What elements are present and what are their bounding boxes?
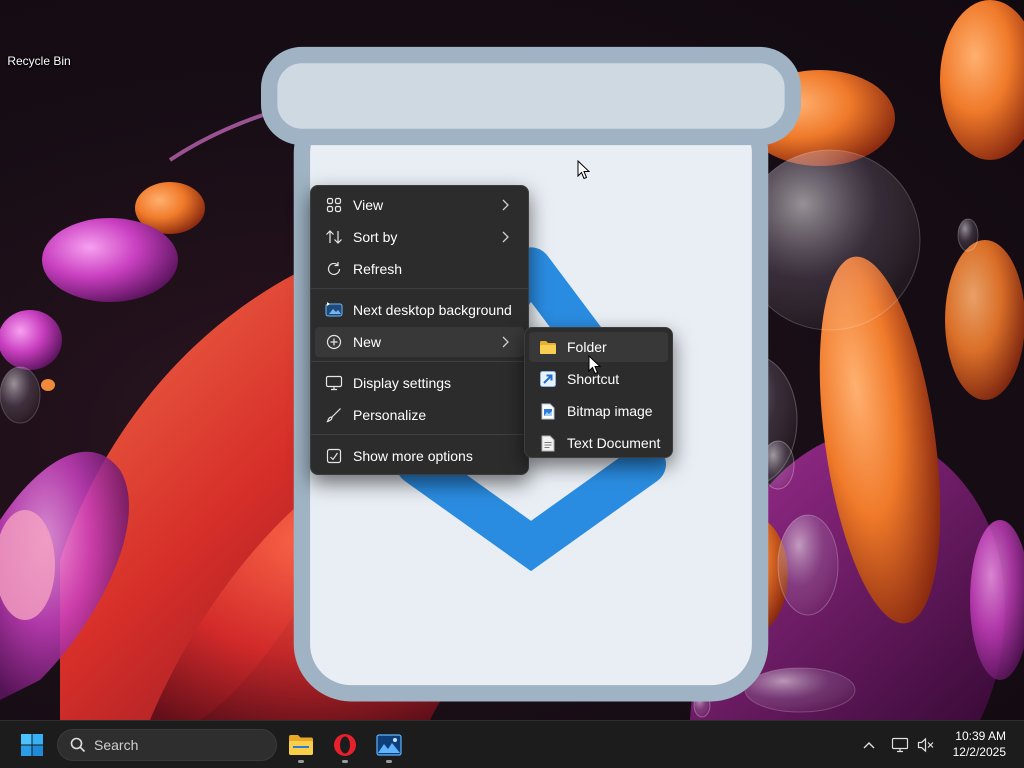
volume-button[interactable] (914, 733, 938, 757)
network-status-button[interactable] (888, 733, 912, 757)
volume-muted-icon (917, 737, 934, 753)
submenu-item-label: Bitmap image (567, 403, 653, 419)
running-indicator (342, 760, 348, 763)
windows-logo-icon (21, 734, 43, 756)
taskbar-clock[interactable]: 10:39 AM 12/2/2025 (953, 728, 1006, 760)
menu-separator (311, 288, 528, 289)
taskbar-app-photos[interactable] (369, 725, 409, 765)
menu-separator (311, 434, 528, 435)
menu-item-personalize[interactable]: Personalize (315, 400, 524, 430)
view-grid-icon (325, 196, 343, 214)
menu-item-next-desktop-background[interactable]: Next desktop background (315, 295, 524, 325)
file-explorer-icon (289, 735, 313, 755)
bitmap-icon (539, 402, 557, 420)
menu-item-label: New (353, 334, 382, 350)
text-document-icon (539, 434, 557, 452)
submenu-item-bitmap-image[interactable]: Bitmap image (529, 396, 668, 426)
taskbar-search-box[interactable]: Search (57, 729, 277, 761)
display-icon (325, 374, 343, 392)
clock-date: 12/2/2025 (952, 745, 1006, 759)
chevron-up-icon (863, 742, 875, 749)
sort-icon (325, 228, 343, 246)
recycle-bin-icon (19, 6, 801, 702)
submenu-item-text-document[interactable]: Text Document (529, 428, 668, 458)
menu-item-label: Show more options (353, 448, 473, 464)
brush-icon (325, 406, 343, 424)
desktop-context-menu: View Sort by Refresh Next desktop backgr… (310, 185, 529, 475)
chevron-right-icon (502, 199, 509, 211)
show-hidden-icons-button[interactable] (857, 733, 881, 757)
new-submenu: Folder Shortcut Bitmap image Text Docume… (524, 327, 673, 458)
chevron-right-icon (502, 231, 509, 243)
chevron-right-icon (502, 336, 509, 348)
taskbar-app-file-explorer[interactable] (281, 725, 321, 765)
opera-icon (334, 734, 356, 756)
new-plus-icon (325, 333, 343, 351)
running-indicator (386, 760, 392, 763)
desktop-icon-recycle-bin[interactable]: Recycle Bin (4, 6, 801, 702)
menu-item-label: Personalize (353, 407, 427, 423)
shortcut-icon (539, 370, 557, 388)
taskbar: Search 10:39 AM 12/2/2025 (0, 720, 1024, 768)
submenu-item-label: Text Document (567, 435, 661, 451)
clock-time: 10:39 AM (955, 729, 1006, 743)
refresh-icon (325, 260, 343, 278)
menu-item-label: Next desktop background (353, 302, 512, 318)
start-button[interactable] (12, 725, 52, 765)
menu-item-label: Sort by (353, 229, 398, 245)
menu-item-show-more-options[interactable]: Show more options (315, 441, 524, 471)
mouse-cursor-icon (588, 355, 601, 375)
menu-separator (311, 361, 528, 362)
submenu-item-label: Folder (567, 339, 607, 355)
taskbar-app-opera[interactable] (325, 725, 365, 765)
search-icon (70, 737, 86, 753)
menu-item-refresh[interactable]: Refresh (315, 254, 524, 284)
menu-item-sort-by[interactable]: Sort by (315, 222, 524, 252)
menu-item-label: View (353, 197, 384, 213)
network-icon (891, 737, 909, 753)
folder-icon (539, 338, 557, 356)
menu-item-view[interactable]: View (315, 190, 524, 220)
menu-item-display-settings[interactable]: Display settings (315, 368, 524, 398)
menu-item-new[interactable]: New (315, 327, 524, 357)
photos-icon (376, 734, 402, 756)
show-more-icon (325, 447, 343, 465)
menu-item-label: Display settings (353, 375, 452, 391)
mouse-cursor-icon (577, 160, 590, 180)
menu-item-label: Refresh (353, 261, 403, 277)
running-indicator (298, 760, 304, 763)
search-label: Search (94, 737, 139, 753)
next-background-icon (325, 301, 343, 319)
